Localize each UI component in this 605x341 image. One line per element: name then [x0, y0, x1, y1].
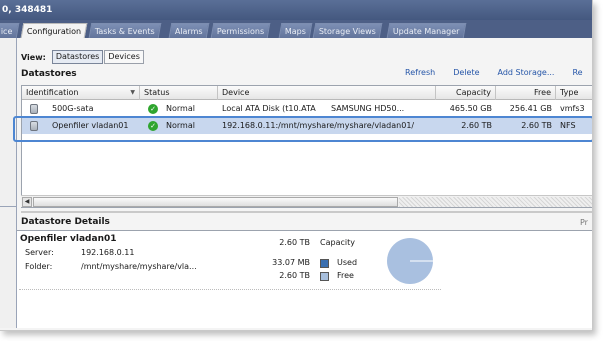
datastore-details-title: Datastore Details — [21, 217, 110, 227]
tab-alarms[interactable]: Alarms — [168, 23, 210, 38]
view-datastores-button[interactable]: Datastores — [51, 50, 104, 64]
column-free[interactable]: Free — [496, 86, 556, 100]
column-capacity[interactable]: Capacity — [436, 86, 496, 100]
datastore-icon — [30, 104, 38, 114]
tab-maps[interactable]: Maps — [278, 23, 313, 38]
sort-desc-icon: ▼ — [130, 89, 135, 96]
table-header: Identification ▼ Status Device Capacity F… — [22, 86, 592, 100]
used-label: Used — [337, 258, 358, 267]
folder-value: /mnt/myshare/myshare/vla... — [81, 262, 197, 271]
row-capacity: 465.50 GB — [449, 104, 492, 113]
tab-update-manager[interactable]: Update Manager — [386, 23, 466, 38]
vsphere-window: 0, 348481 ice Configuration Tasks & Even… — [0, 0, 593, 331]
add-storage-link[interactable]: Add Storage... — [498, 68, 555, 77]
datastore-details-panel: Openfiler vladan01 Server: 192.168.0.11 … — [17, 230, 592, 328]
view-devices-button[interactable]: Devices — [104, 50, 144, 64]
server-label: Server: — [25, 248, 54, 257]
view-label: View: — [21, 52, 46, 62]
table-row[interactable]: 500G-sata ✓ Normal Local ATA Disk (t10.A… — [22, 101, 592, 117]
tab-permissions[interactable]: Permissions — [210, 23, 271, 38]
rescan-link[interactable]: Re — [572, 68, 582, 77]
server-value: 192.168.0.11 — [81, 248, 135, 257]
tab-storage-views[interactable]: Storage Views — [312, 23, 383, 38]
tab-configuration[interactable]: Configuration — [20, 23, 88, 38]
left-pane — [0, 38, 17, 328]
scroll-left-icon[interactable]: ◀ — [22, 197, 32, 207]
row-status: Normal — [166, 104, 195, 113]
free-label: Free — [337, 271, 354, 280]
row-free: 256.41 GB — [509, 104, 552, 113]
column-status[interactable]: Status — [140, 86, 218, 100]
used-legend-swatch — [320, 259, 329, 268]
properties-link[interactable]: Pr — [580, 218, 588, 227]
row-type: vmfs3 — [560, 104, 585, 113]
view-switcher: View: Datastores Devices — [21, 49, 145, 65]
free-value: 2.60 TB — [279, 271, 310, 280]
folder-label: Folder: — [25, 262, 53, 271]
column-identification[interactable]: Identification ▼ — [22, 86, 140, 100]
host-title-bar: 0, 348481 — [0, 0, 592, 20]
pane-splitter[interactable] — [21, 211, 592, 213]
scrollbar-track[interactable] — [399, 197, 592, 207]
capacity-pie-chart — [387, 238, 433, 284]
tab-bar: ice Configuration Tasks & Events Alarms … — [0, 20, 592, 38]
capacity-label: Capacity — [320, 238, 355, 247]
tab-summary[interactable]: ice — [0, 23, 19, 38]
datastores-title: Datastores — [21, 69, 77, 79]
horizontal-scrollbar[interactable]: ◀ — [21, 195, 592, 207]
column-device[interactable]: Device — [218, 86, 436, 100]
scrollbar-thumb[interactable] — [33, 197, 398, 207]
status-ok-icon: ✓ — [148, 104, 158, 114]
tab-tasks-events[interactable]: Tasks & Events — [88, 23, 162, 38]
row-identification: 500G-sata — [52, 104, 94, 113]
capacity-value: 2.60 TB — [279, 238, 310, 247]
datastores-table: Identification ▼ Status Device Capacity F… — [21, 85, 592, 208]
details-datastore-name: Openfiler vladan01 — [20, 234, 117, 244]
row-device: Local ATA Disk (t10.ATA SAMSUNG HD50... — [222, 104, 405, 113]
selection-highlight — [13, 116, 592, 142]
host-title: 0, 348481 — [2, 5, 53, 15]
datastore-actions: Refresh Delete Add Storage... Re — [405, 68, 592, 77]
delete-link[interactable]: Delete — [453, 68, 479, 77]
free-legend-swatch — [320, 272, 329, 281]
column-type[interactable]: Type — [556, 86, 592, 100]
refresh-link[interactable]: Refresh — [405, 68, 435, 77]
used-value: 33.07 MB — [272, 258, 310, 267]
details-separator — [19, 289, 441, 290]
left-pane-divider — [0, 206, 17, 207]
